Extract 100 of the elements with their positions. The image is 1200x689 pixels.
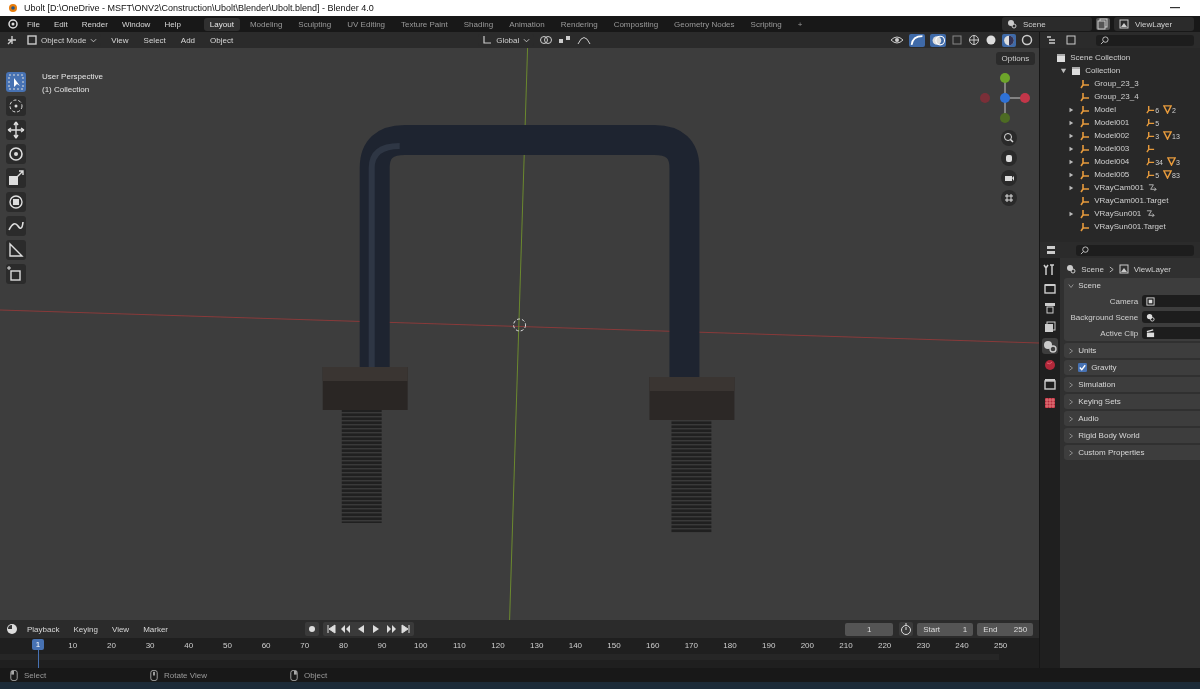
options-button[interactable]: Options (995, 52, 1036, 65)
select-tool-icon[interactable] (6, 72, 26, 92)
start-frame-field[interactable]: Start 1 (917, 622, 974, 636)
jump-start-icon[interactable] (324, 623, 337, 635)
data-field[interactable] (1142, 327, 1200, 339)
view-layer-tab-icon[interactable] (1042, 319, 1059, 335)
expand-arrow-icon[interactable] (1068, 106, 1075, 113)
overlay-toggle-icon[interactable] (930, 33, 947, 47)
blender-logo-icon[interactable] (6, 18, 18, 30)
proportional-icon[interactable] (577, 35, 592, 45)
pivot-icon[interactable] (539, 35, 554, 45)
scene-tab-icon[interactable] (1042, 338, 1059, 354)
add-workspace-button[interactable]: + (791, 17, 809, 31)
panel-header[interactable]: Gravity (1064, 360, 1200, 375)
outliner-item[interactable]: VRaySun001 (1094, 209, 1143, 218)
previous-keyframe-icon[interactable] (339, 623, 352, 635)
outliner-item[interactable]: VRayCam001.Target (1094, 196, 1169, 205)
zoom-icon[interactable] (1001, 130, 1018, 146)
outliner-item[interactable]: VRaySun001.Target (1094, 222, 1166, 231)
current-frame-field[interactable]: 1 (845, 622, 894, 636)
camera-icon[interactable] (1001, 170, 1018, 186)
panel-header[interactable]: Custom Properties (1064, 445, 1200, 460)
menu-item[interactable]: Select (138, 35, 171, 45)
copy-icon[interactable] (1096, 18, 1110, 30)
outliner-item[interactable]: Scene Collection (1070, 53, 1131, 62)
menu-item[interactable]: Help (159, 19, 186, 29)
scene-field[interactable]: Scene (1002, 17, 1092, 31)
panel-header[interactable]: Keying Sets (1064, 394, 1200, 409)
next-keyframe-icon[interactable] (384, 623, 397, 635)
rendered-shading-icon[interactable] (1021, 34, 1034, 46)
jump-end-icon[interactable] (399, 623, 412, 635)
workspace-tab[interactable]: Modeling (243, 17, 289, 31)
menu-item[interactable]: View (106, 35, 134, 45)
workspace-tab[interactable]: Texture Paint (395, 17, 454, 31)
expand-arrow-icon[interactable] (1068, 158, 1075, 165)
snap-icon[interactable] (558, 35, 573, 45)
outliner-item[interactable]: VRayCam001 (1094, 183, 1144, 192)
workspace-tab[interactable]: Rendering (554, 17, 604, 31)
panel-header[interactable]: Rigid Body World (1064, 428, 1200, 443)
menu-item[interactable]: Render (76, 19, 113, 29)
checkbox[interactable] (1078, 363, 1088, 372)
menu-item[interactable]: Keying (68, 624, 103, 634)
outliner-item[interactable]: Model (1094, 105, 1143, 114)
end-frame-field[interactable]: End 250 (977, 622, 1034, 636)
workspace-tab[interactable]: Compositing (607, 17, 665, 31)
minimize-icon[interactable] (1170, 7, 1180, 9)
rotate-tool-icon[interactable] (6, 144, 26, 164)
outliner-item[interactable]: Model001 (1094, 118, 1143, 127)
render-tab-icon[interactable] (1042, 281, 1059, 297)
outliner-item[interactable]: Model004 (1094, 157, 1143, 166)
outliner-item[interactable]: Model005 (1094, 170, 1143, 179)
grid-icon[interactable] (1001, 190, 1018, 206)
menu-item[interactable]: View (106, 624, 135, 634)
menu-item[interactable]: Marker (138, 624, 174, 634)
expand-arrow-icon[interactable] (1060, 67, 1068, 74)
expand-arrow-icon[interactable] (1068, 171, 1075, 178)
expand-arrow-icon[interactable] (1068, 184, 1075, 191)
expand-arrow-icon[interactable] (1068, 145, 1075, 152)
playhead-frame[interactable]: 1 (32, 639, 44, 650)
expand-arrow-icon[interactable] (1068, 132, 1075, 139)
search-field[interactable] (1076, 244, 1194, 256)
cursor-tool-icon[interactable] (6, 96, 26, 116)
panel-header[interactable]: Simulation (1064, 377, 1200, 392)
measure-tool-icon[interactable] (6, 240, 26, 260)
add-cube-tool-icon[interactable] (6, 264, 26, 284)
workspace-tab[interactable]: Geometry Nodes (668, 17, 741, 31)
menu-item[interactable]: Object (205, 35, 239, 45)
panel-header[interactable]: Scene (1064, 278, 1200, 293)
outliner-item[interactable]: Collection (1085, 66, 1121, 75)
outliner-item[interactable]: Group_23_4 (1094, 92, 1143, 101)
data-field[interactable] (1142, 295, 1200, 307)
workspace-tab[interactable]: Animation (503, 17, 551, 31)
xray-icon[interactable] (951, 34, 964, 46)
outliner-item[interactable]: Model002 (1094, 131, 1143, 140)
stopwatch-icon[interactable] (899, 622, 914, 636)
solid-shading-icon[interactable] (985, 34, 998, 46)
material-shading-icon[interactable] (1002, 33, 1017, 47)
panel-header[interactable]: Audio (1064, 411, 1200, 426)
breadcrumb-item[interactable]: Scene (1081, 264, 1104, 274)
wireframe-shading-icon[interactable] (968, 34, 981, 46)
clock-icon[interactable] (6, 623, 18, 635)
menu-item[interactable]: File (22, 19, 45, 29)
scale-tool-icon[interactable] (6, 168, 26, 188)
annotate-tool-icon[interactable] (6, 216, 26, 236)
view-layer-field[interactable]: ViewLayer (1114, 17, 1194, 31)
gizmo-toggle-icon[interactable] (909, 33, 926, 47)
menu-item[interactable]: Window (116, 19, 156, 29)
outliner-item[interactable]: Group_23_3 (1094, 79, 1143, 88)
search-field[interactable] (1096, 34, 1194, 46)
menu-item[interactable]: Playback (22, 624, 65, 634)
menu-item[interactable]: Edit (48, 19, 73, 29)
record-icon[interactable] (304, 622, 319, 636)
expand-arrow-icon[interactable] (1068, 210, 1075, 217)
collection-tab-icon[interactable] (1042, 376, 1059, 392)
workspace-tab[interactable]: UV Editing (341, 17, 392, 31)
menu-item[interactable]: Add (175, 35, 201, 45)
move-tool-icon[interactable] (6, 120, 26, 140)
data-field[interactable] (1142, 311, 1200, 323)
expand-arrow-icon[interactable] (1068, 119, 1075, 126)
eye-icon[interactable] (890, 35, 905, 45)
